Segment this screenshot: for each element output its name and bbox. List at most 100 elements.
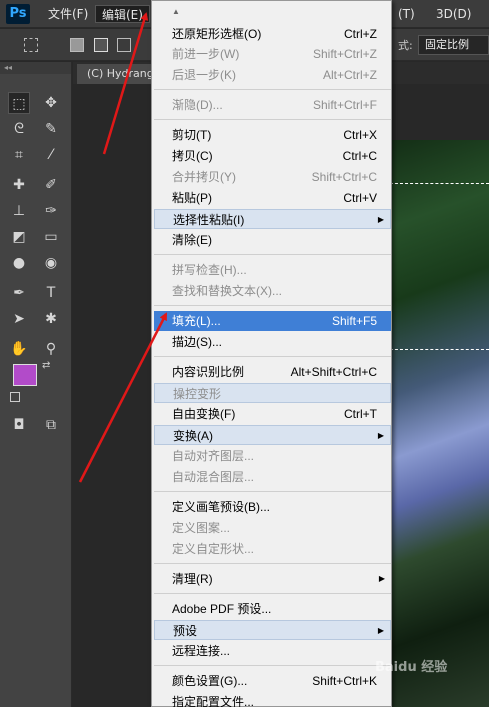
edit-menu-item: 操控变形 [154,383,391,403]
edit-menu-item[interactable]: 指定配置文件... [154,692,391,707]
menu-item-shortcut: Shift+Ctrl+C [311,170,377,184]
menu-separator [154,665,391,666]
menu-item-shortcut: Shift+Ctrl+K [312,674,377,688]
healing-brush-tool-icon[interactable]: ✚ [8,174,30,196]
edit-menu-item[interactable]: 定义画笔预设(B)... [154,497,391,517]
blur-tool-icon[interactable]: ● [8,252,30,274]
pen-tool-icon[interactable]: ✒ [8,282,30,304]
menu-3d[interactable]: 3D(D) [430,5,477,23]
menu-item-label: 定义画笔预设(B)... [172,500,270,514]
submenu-arrow-icon: ▶ [377,431,384,440]
menu-text[interactable]: (T) [392,5,421,23]
menu-separator [154,89,391,90]
menu-item-label: 自由变换(F) [172,407,236,421]
menu-item-label: 操控变形 [173,387,222,401]
menu-item-label: 选择性粘贴(I) [173,213,245,227]
eyedropper-tool-icon[interactable]: ⁄ [40,144,62,166]
menu-item-label: 描边(S)... [172,335,222,349]
menu-item-shortcut: Shift+Ctrl+Z [312,47,377,61]
dodge-tool-icon[interactable]: ◉ [40,252,62,274]
menu-item-label: 拼写检查(H)... [172,263,247,277]
menu-item-label: 查找和替换文本(X)... [172,284,282,298]
menu-separator [154,119,391,120]
default-colors-icon[interactable] [10,392,20,402]
menu-item-label: 定义图案... [172,521,231,535]
brush-tool-icon[interactable]: ✐ [40,174,62,196]
clone-stamp-tool-icon[interactable]: ⊥ [8,200,30,222]
menu-item-label: 指定配置文件... [172,695,255,707]
edit-menu-item[interactable]: 填充(L)... Shift+F5 [154,311,391,331]
edit-menu-item[interactable]: 清除(E) [154,230,391,250]
menu-item-shortcut: Ctrl+T [344,407,377,421]
edit-menu-item[interactable]: 自由变换(F) Ctrl+T [154,404,391,424]
submenu-arrow-icon: ▶ [377,626,384,635]
edit-menu-item: 自动对齐图层... [154,446,391,466]
edit-menu-item[interactable]: 远程连接... [154,641,391,661]
add-selection-icon[interactable] [94,38,108,52]
menu-item-shortcut: Ctrl+Z [344,27,377,41]
quick-select-tool-icon[interactable]: ✎ [40,118,62,140]
menu-item-label: 变换(A) [173,429,213,443]
edit-menu-item[interactable]: 粘贴(P) Ctrl+V [154,188,391,208]
swap-colors-icon[interactable]: ⇄ [42,360,50,371]
move-tool-icon[interactable]: ✥ [40,92,62,114]
menu-item-label: 清理(R) [172,572,213,586]
rect-marquee-tool-icon[interactable]: ⬚ [8,92,30,114]
menu-item-shortcut: Shift+Ctrl+F [312,98,377,112]
screen-mode-icon[interactable]: ⧉ [40,414,62,436]
menu-item-shortcut: Ctrl+X [343,128,377,142]
crop-tool-icon[interactable]: ⌗ [8,144,30,166]
style-select[interactable]: 固定比例 [418,35,489,55]
edit-menu-item[interactable]: 剪切(T) Ctrl+X [154,125,391,145]
quick-mask-icon[interactable]: ◘ [8,414,30,436]
foreground-color-swatch[interactable] [13,364,37,386]
menu-separator [154,305,391,306]
eraser-tool-icon[interactable]: ◩ [8,226,30,248]
menu-item-shortcut: Ctrl+V [343,191,377,205]
document-tab[interactable]: (C) Hydrangea [77,64,151,84]
menu-separator [154,491,391,492]
menu-item-label: 远程连接... [172,644,231,658]
edit-menu-item[interactable]: 选择性粘贴(I) ▶ [154,209,391,229]
menu-item-label: 粘贴(P) [172,191,212,205]
path-select-tool-icon[interactable]: ➤ [8,308,30,330]
menu-item-label: 渐隐(D)... [172,98,223,112]
rect-marquee-preset-icon[interactable] [24,38,38,52]
submenu-arrow-icon: ▶ [378,574,385,583]
toolbox-collapse[interactable]: ◂◂ [0,62,71,74]
edit-menu-item: 前进一步(W) Shift+Ctrl+Z [154,44,391,64]
edit-menu-item[interactable]: 描边(S)... [154,332,391,352]
edit-menu-item[interactable]: 还原矩形选框(O) Ctrl+Z [154,24,391,44]
gradient-tool-icon[interactable]: ▭ [40,226,62,248]
menu-separator [154,593,391,594]
edit-menu-item: 定义自定形状... [154,539,391,559]
edit-menu-item: 查找和替换文本(X)... [154,281,391,301]
menu-item-shortcut: Alt+Ctrl+Z [322,68,377,82]
edit-menu-item[interactable]: 拷贝(C) Ctrl+C [154,146,391,166]
edit-menu-item[interactable]: 变换(A) ▶ [154,425,391,445]
shape-tool-icon[interactable]: ✱ [40,308,62,330]
scroll-up-icon[interactable]: ▲ [172,7,180,16]
menu-item-label: 前进一步(W) [172,47,240,61]
type-tool-icon[interactable]: T [40,282,62,304]
photoshop-logo: Ps [6,4,30,24]
menu-edit[interactable]: 编辑(E) [95,5,150,23]
edit-menu-item[interactable]: 清理(R) ▶ [154,569,391,589]
subtract-selection-icon[interactable] [117,38,131,52]
menu-item-label: 预设 [173,624,198,638]
new-selection-icon[interactable] [70,38,84,52]
menu-item-label: 定义自定形状... [172,542,255,556]
menu-item-label: 还原矩形选框(O) [172,27,262,41]
edit-menu-item[interactable]: 颜色设置(G)... Shift+Ctrl+K [154,671,391,691]
lasso-tool-icon[interactable]: ᘓ [8,118,30,140]
edit-menu-item[interactable]: 预设 ▶ [154,620,391,640]
edit-menu-item[interactable]: Adobe PDF 预设... [154,599,391,619]
edit-menu-item: 定义图案... [154,518,391,538]
menu-file[interactable]: 文件(F) [42,5,94,23]
watermark: Baidu 经验 [375,660,448,675]
zoom-tool-icon[interactable]: ⚲ [40,338,62,360]
hand-tool-icon[interactable]: ✋ [8,338,30,360]
history-brush-tool-icon[interactable]: ✑ [40,200,62,222]
menu-separator [154,356,391,357]
edit-menu-item[interactable]: 内容识别比例 Alt+Shift+Ctrl+C [154,362,391,382]
